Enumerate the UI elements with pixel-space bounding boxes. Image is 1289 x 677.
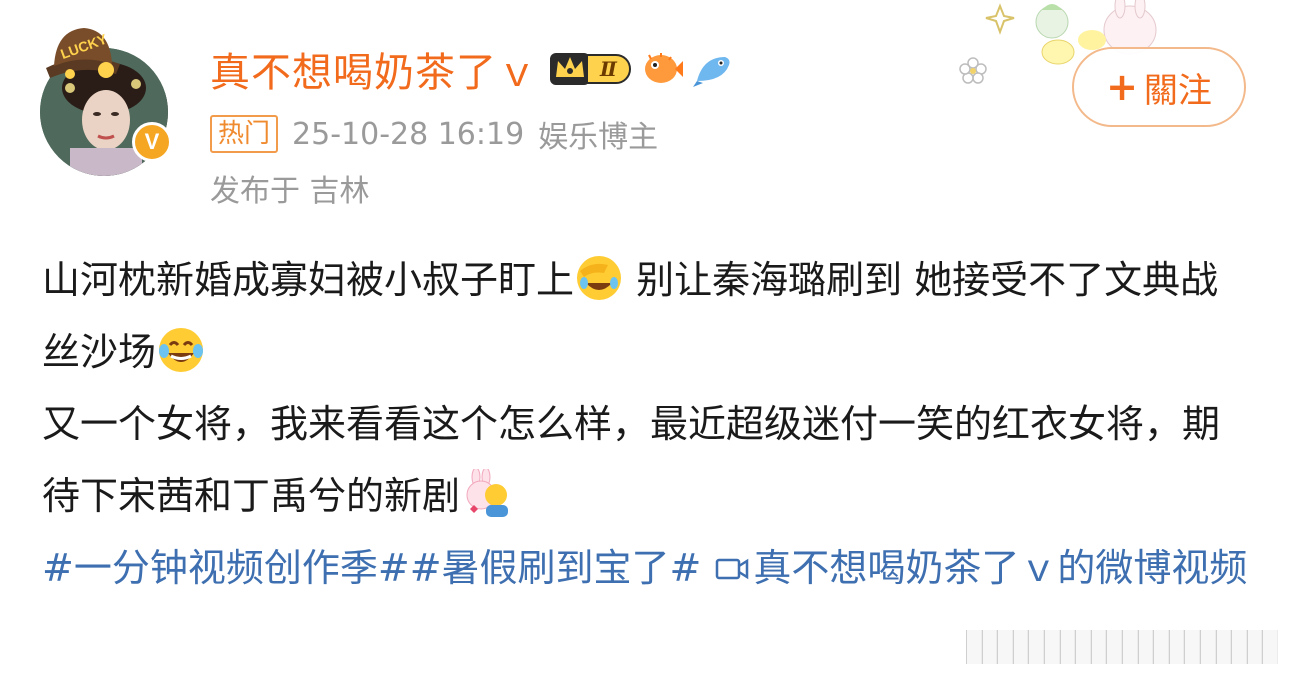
follow-button[interactable]: + 關注 <box>1072 47 1246 127</box>
username-row: 真不想喝奶茶了ｖ Ⅱ <box>210 44 735 96</box>
username[interactable]: 真不想喝奶茶了ｖ <box>210 40 538 98</box>
post-timestamp[interactable]: 25-10-28 16:19 <box>292 117 524 152</box>
hashtag-link[interactable]: #暑假刷到宝了# <box>410 546 702 590</box>
hot-tag[interactable]: 热门 <box>210 115 279 153</box>
post-text-1a: 山河枕新婚成寡妇被小叔子盯上 <box>42 258 575 302</box>
follow-label: 關注 <box>1143 70 1212 111</box>
tears-of-joy-emoji <box>159 328 204 372</box>
post-paragraph-3: #一分钟视频创作季##暑假刷到宝了# 真不想喝奶茶了ｖ的微博视频 <box>42 532 1252 604</box>
post-text-2: 又一个女将，我来看看这个怎么样，最近超级迷付一笑的红衣女将，期待下宋茜和丁禹兮的… <box>42 402 1221 518</box>
video-link[interactable]: 真不想喝奶茶了ｖ的微博视频 <box>753 546 1247 590</box>
video-icon <box>716 558 749 580</box>
lucky-hat-icon: LUCKY <box>46 28 120 79</box>
verified-icon: V <box>132 122 172 162</box>
plus-icon: + <box>1106 65 1138 109</box>
post-paragraph-2: 又一个女将，我来看看这个怎么样，最近超级迷付一笑的红衣女将，期待下宋茜和丁禹兮的… <box>42 388 1252 532</box>
blue-fish-icon <box>692 57 730 87</box>
facepalm-laugh-emoji <box>577 256 622 300</box>
pufferfish-icon <box>644 53 683 83</box>
scroll-indicator[interactable] <box>966 630 1278 664</box>
post-content: 山河枕新婚成寡妇被小叔子盯上 别让秦海璐刷到 她接受不了文典战丝沙场 又一个女将… <box>42 244 1252 604</box>
avatar-block[interactable]: LUCKY V <box>40 28 172 176</box>
user-category: 娱乐博主 <box>538 120 659 155</box>
post-paragraph-1: 山河枕新婚成寡妇被小叔子盯上 别让秦海璐刷到 她接受不了文典战丝沙场 <box>42 244 1252 388</box>
vip-level-badge: Ⅱ <box>586 54 631 84</box>
meta-row: 热门 25-10-28 16:19 娱乐博主 <box>210 112 658 156</box>
flower-icon <box>959 57 987 84</box>
vip-badge[interactable]: Ⅱ <box>548 49 631 89</box>
post-location: 发布于 吉林 <box>210 174 370 209</box>
bunny-hug-emoji <box>466 469 509 517</box>
hashtag-link[interactable]: #一分钟视频创作季# <box>42 546 410 590</box>
